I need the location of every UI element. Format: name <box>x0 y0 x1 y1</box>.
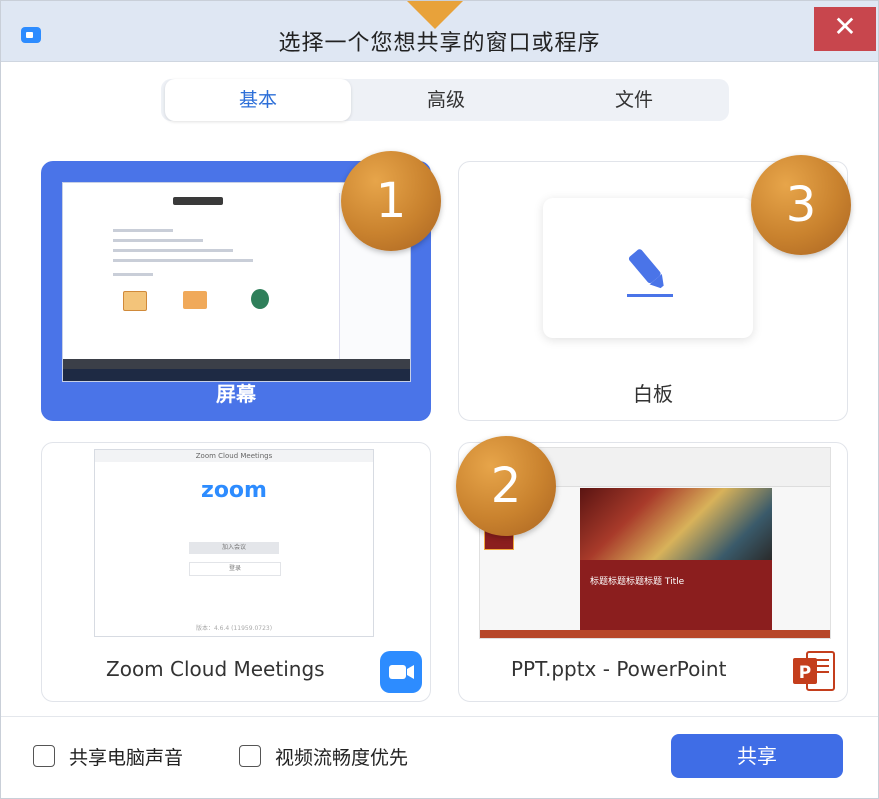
thumb-element <box>113 229 173 232</box>
thumb-element <box>113 249 233 252</box>
thumb-element <box>113 239 203 242</box>
share-option-whiteboard-label: 白板 <box>633 382 673 406</box>
thumb-slide-photo <box>580 488 772 560</box>
thumb-element <box>123 291 147 311</box>
thumb-version-text: 版本：4.6.4 (11959.0723) <box>195 625 273 632</box>
pointer-arrow-icon <box>407 1 463 29</box>
zoom-camera-icon <box>380 651 422 693</box>
step-badge-2: 2 <box>456 436 556 536</box>
share-audio-label: 共享电脑声音 <box>69 747 184 769</box>
zoom-window-thumbnail: Zoom Cloud Meetings zoom 加入会议 登录 版本：4.6.… <box>94 449 374 637</box>
thumb-element <box>173 197 223 205</box>
svg-text:P: P <box>799 663 811 683</box>
share-audio-checkbox[interactable] <box>33 745 55 767</box>
video-priority-checkbox[interactable] <box>239 745 261 767</box>
thumb-statusbar <box>480 630 830 638</box>
thumb-join-button: 加入会议 <box>189 542 279 554</box>
video-priority-label: 视频流畅度优先 <box>275 747 409 769</box>
thumb-element <box>251 289 269 309</box>
tab-files[interactable]: 文件 <box>541 79 727 121</box>
close-button[interactable]: ✕ <box>814 7 876 51</box>
share-option-zoom-window[interactable]: Zoom Cloud Meetings zoom 加入会议 登录 版本：4.6.… <box>41 442 431 702</box>
thumb-element <box>113 273 153 276</box>
share-screen-dialog: 选择一个您想共享的窗口或程序 ✕ 基本 高级 文件 屏幕 白板 Zoom Clo… <box>0 0 879 799</box>
tab-advanced[interactable]: 高级 <box>353 79 539 121</box>
thumb-toolbar <box>63 359 410 369</box>
tab-bar: 基本 高级 文件 <box>161 79 729 121</box>
share-button[interactable]: 共享 <box>671 734 843 778</box>
thumb-element <box>113 259 253 262</box>
share-option-screen-label: 屏幕 <box>216 382 256 406</box>
footer-divider <box>1 716 878 717</box>
whiteboard-thumbnail <box>543 198 753 338</box>
thumb-element <box>183 291 207 309</box>
dialog-title: 选择一个您想共享的窗口或程序 <box>278 31 601 56</box>
step-badge-3: 3 <box>751 155 851 255</box>
powerpoint-icon: P <box>791 649 837 693</box>
thumb-slide-title: 标题标题标题标题 Title <box>590 577 685 587</box>
marker-icon <box>627 249 673 297</box>
thumb-window-title: Zoom Cloud Meetings <box>95 450 373 462</box>
zoom-logo: zoom <box>201 478 267 503</box>
step-badge-1: 1 <box>341 151 441 251</box>
thumb-slide: 标题标题标题标题 Title <box>580 488 772 632</box>
thumb-signin-button: 登录 <box>189 562 281 576</box>
tab-basic[interactable]: 基本 <box>165 79 351 121</box>
